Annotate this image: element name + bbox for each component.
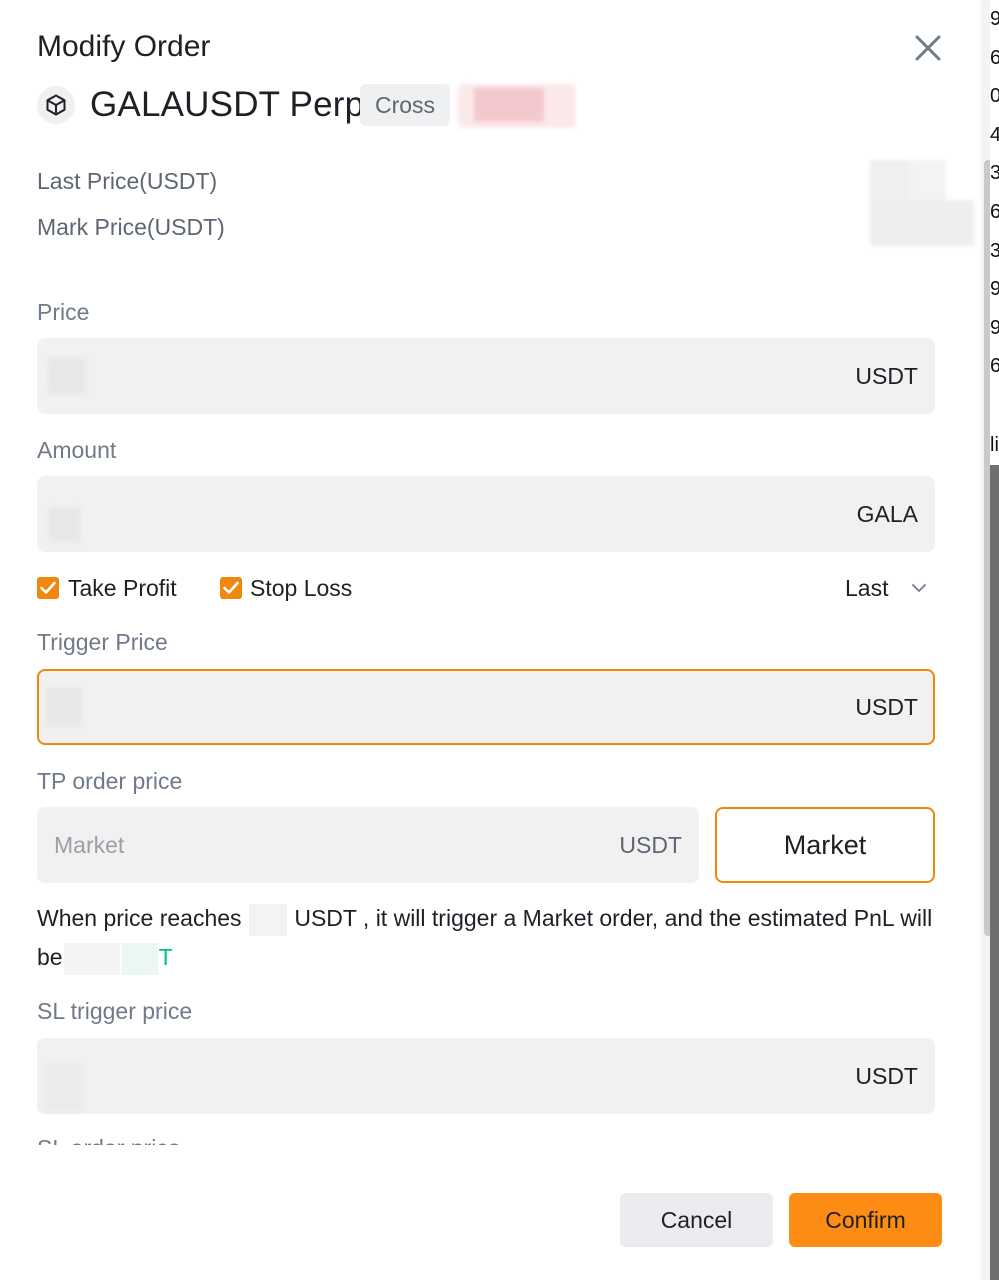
tp-order-type-button[interactable]: Market [715,807,935,883]
price-unit: USDT [855,363,918,389]
take-profit-checkbox[interactable] [37,577,59,599]
tp-info-text: When price reaches USDT , it will trigge… [37,899,937,977]
sl-trigger-price-input[interactable]: USDT [37,1038,935,1114]
leverage-badge-redacted [458,84,576,128]
symbol-name: GALAUSDT Perp [90,85,365,124]
mark-price-label: Mark Price(USDT) [37,214,225,240]
info-text-part1: When price reaches [37,905,242,931]
price-values-redacted [828,160,976,248]
sl-trigger-price-label: SL trigger price [37,998,193,1024]
tpsl-options-row: Take Profit Stop Loss Last [37,572,935,604]
amount-input[interactable]: GALA [37,476,935,552]
price-input[interactable]: USDT [37,338,935,414]
confirm-button[interactable]: Confirm [789,1193,942,1247]
close-icon[interactable] [912,32,944,64]
trigger-value-redacted [248,903,287,936]
price-label: Price [37,299,90,325]
chevron-down-icon [912,584,926,592]
pnl-unit-redacted [121,942,158,975]
margin-mode-badge: Cross [360,84,451,126]
sl-trigger-value-redacted [45,1062,83,1112]
sl-order-price-label: SL order price [37,1133,181,1145]
pnl-unit-suffix: T [158,944,173,970]
dialog-title: Modify Order [37,30,211,63]
trigger-price-input[interactable]: USDT [37,669,935,745]
coin-icon [37,86,75,124]
trigger-price-unit: USDT [855,694,918,720]
tp-order-price-placeholder: Market [54,832,125,858]
amount-label: Amount [37,437,117,463]
sl-trigger-price-unit: USDT [855,1063,918,1089]
amount-unit: GALA [856,501,918,527]
take-profit-label[interactable]: Take Profit [68,572,177,604]
pnl-value-redacted [63,942,120,975]
trigger-price-label: Trigger Price [37,629,168,655]
amount-value-redacted [49,508,81,542]
tp-order-price-input[interactable]: Market USDT [37,807,699,883]
trigger-type-select[interactable]: Last [835,572,935,604]
stop-loss-label[interactable]: Stop Loss [250,572,352,604]
trigger-type-value: Last [845,575,889,601]
background-digits: 9 6 0 4 3 6 3 9 9 6 li [990,0,999,465]
trigger-price-value-redacted [46,687,82,727]
cancel-button[interactable]: Cancel [620,1193,773,1247]
tp-order-price-label: TP order price [37,768,183,794]
last-price-label: Last Price(USDT) [37,168,218,194]
tp-order-price-unit: USDT [619,832,682,858]
stop-loss-checkbox[interactable] [220,577,242,599]
price-value-redacted [48,358,86,394]
